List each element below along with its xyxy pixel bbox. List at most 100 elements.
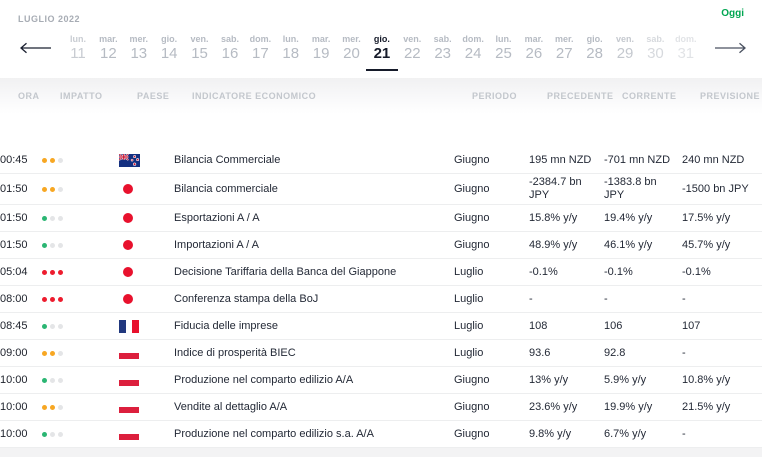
current-value: - <box>604 292 608 305</box>
date-strip: lun. 11 mar. 12 mer. 13 gio. 14 ven. 15 sab. 16 dom.… <box>0 26 762 71</box>
table-row[interactable]: 01:50 Bilancia commerciale Giugno -2384.… <box>0 174 762 205</box>
table-row[interactable]: 08:45 Fiducia delle imprese Luglio 108 1… <box>0 313 762 340</box>
event-time: 01:50 <box>0 211 28 224</box>
date-item-24[interactable]: dom. 24 <box>461 34 485 62</box>
impact-dot <box>58 242 63 248</box>
date-item-19[interactable]: mar. 19 <box>309 34 333 62</box>
impact-dots <box>42 269 119 275</box>
event-time: 08:00 <box>0 292 28 305</box>
impact-dot <box>42 242 47 248</box>
calendar-topbar: LUGLIO 2022 Oggi <box>0 0 762 24</box>
day-number: 29 <box>616 45 634 62</box>
date-item-17[interactable]: dom. 17 <box>248 34 272 62</box>
impact-dot <box>58 215 63 221</box>
table-row[interactable]: 10:00 Vendite al dettaglio A/A Giugno 23… <box>0 394 762 421</box>
weekday-label: mer. <box>554 34 574 44</box>
indicator-name[interactable]: Vendite al dettaglio A/A <box>174 401 454 414</box>
column-header-precedente: PRECEDENTE <box>547 91 614 101</box>
date-item-20[interactable]: mer. 20 <box>340 34 364 62</box>
previous-value: 195 mn NZD <box>529 153 592 166</box>
date-item-23[interactable]: sab. 23 <box>431 34 455 62</box>
current-value: 46.1% y/y <box>604 238 653 251</box>
forecast-value: 45.7% y/y <box>682 238 731 251</box>
event-time: 08:45 <box>0 319 28 332</box>
indicator-name[interactable]: Bilancia commerciale <box>174 183 454 196</box>
column-header-ora: ORA <box>18 91 40 101</box>
indicator-name[interactable]: Conferenza stampa della BoJ <box>174 293 454 306</box>
table-row[interactable]: 08:00 Conferenza stampa della BoJ Luglio… <box>0 286 762 313</box>
forecast-value: 240 mn NZD <box>682 153 745 166</box>
date-item-15[interactable]: ven. 15 <box>188 34 212 62</box>
date-item-16[interactable]: sab. 16 <box>218 34 242 62</box>
impact-dot <box>58 431 63 437</box>
column-header-indicatore-economico: INDICATORE ECONOMICO <box>192 91 317 101</box>
weekday-label: lun. <box>282 34 299 44</box>
table-row[interactable]: 05:04 Decisione Tariffaria della Banca d… <box>0 259 762 286</box>
indicator-name[interactable]: Fiducia delle imprese <box>174 320 454 333</box>
date-item-13[interactable]: mer. 13 <box>127 34 151 62</box>
table-row[interactable]: 00:45 Bilancia Commerciale Giugno 195 mn… <box>0 147 762 174</box>
weekday-label: lun. <box>70 34 86 44</box>
event-time: 10:00 <box>0 400 28 413</box>
previous-value: -0.1% <box>529 265 558 278</box>
date-item-11[interactable]: lun. 11 <box>66 34 90 62</box>
flag-france-icon <box>119 319 174 333</box>
day-number: 21 <box>373 45 391 62</box>
weekday-label: mar. <box>311 34 331 44</box>
date-item-27[interactable]: mer. 27 <box>552 34 576 62</box>
impact-dot <box>50 350 55 356</box>
indicator-name[interactable]: Produzione nel comparto edilizio s.a. A/… <box>174 428 454 441</box>
date-item-12[interactable]: mar. 12 <box>96 34 120 62</box>
date-item-29[interactable]: ven. 29 <box>613 34 637 62</box>
indicator-name[interactable]: Bilancia Commerciale <box>174 154 454 167</box>
event-time: 00:45 <box>0 153 28 166</box>
date-item-21[interactable]: gio. 21 <box>365 34 398 71</box>
forecast-value: 107 <box>682 319 701 332</box>
table-row[interactable]: 10:00 Produzione nel comparto edilizio s… <box>0 421 762 448</box>
weekday-label: dom. <box>675 34 697 44</box>
current-value: 19.9% y/y <box>604 400 653 413</box>
date-item-28[interactable]: gio. 28 <box>583 34 607 62</box>
weekday-label: gio. <box>373 34 390 44</box>
weekday-label: mar. <box>524 34 544 44</box>
forecast-value: - <box>682 427 686 440</box>
table-row[interactable]: 09:00 Indice di prosperità BIEC Luglio 9… <box>0 340 762 367</box>
date-item-25[interactable]: lun. 25 <box>491 34 515 62</box>
flag-japan-icon <box>119 294 174 304</box>
previous-week-arrow-icon[interactable] <box>18 42 52 54</box>
impact-dot <box>58 186 63 192</box>
table-row[interactable]: 10:00 Produzione nel comparto edilizio A… <box>0 367 762 394</box>
table-row[interactable]: 01:50 Esportazioni A / A Giugno 15.8% y/… <box>0 205 762 232</box>
impact-dot <box>50 404 55 410</box>
impact-dot <box>42 296 47 302</box>
previous-value: -2384.7 bn JPY <box>529 176 582 201</box>
indicator-name[interactable]: Decisione Tariffaria della Banca del Gia… <box>174 266 454 279</box>
date-item-26[interactable]: mar. 26 <box>522 34 546 62</box>
impact-dots <box>42 215 119 221</box>
date-item-22[interactable]: ven. 22 <box>400 34 424 62</box>
impact-dot <box>50 323 55 329</box>
indicator-name[interactable]: Importazioni A / A <box>174 239 454 252</box>
period-cell: Giugno <box>454 211 490 224</box>
next-week-arrow-icon[interactable] <box>714 42 748 54</box>
date-item-18[interactable]: lun. 18 <box>279 34 303 62</box>
table-row[interactable]: 01:50 Importazioni A / A Giugno 48.9% y/… <box>0 232 762 259</box>
date-item-30[interactable]: sab. 30 <box>643 34 667 62</box>
indicator-name[interactable]: Esportazioni A / A <box>174 212 454 225</box>
flag-japan-icon <box>119 184 174 194</box>
day-number: 26 <box>525 45 543 62</box>
day-number: 17 <box>252 45 269 62</box>
flag-japan-icon <box>119 267 174 277</box>
impact-dot <box>58 157 63 163</box>
day-number: 19 <box>312 45 330 62</box>
date-item-14[interactable]: gio. 14 <box>157 34 181 62</box>
period-cell: Giugno <box>454 427 490 440</box>
indicator-name[interactable]: Produzione nel comparto edilizio A/A <box>174 374 454 387</box>
today-button[interactable]: Oggi <box>721 8 744 19</box>
indicator-name[interactable]: Indice di prosperità BIEC <box>174 347 454 360</box>
forecast-value: 10.8% y/y <box>682 373 731 386</box>
flag-japan-icon <box>119 213 174 223</box>
date-item-31[interactable]: dom. 31 <box>674 34 698 62</box>
impact-dot <box>42 377 47 383</box>
impact-dot <box>42 323 47 329</box>
